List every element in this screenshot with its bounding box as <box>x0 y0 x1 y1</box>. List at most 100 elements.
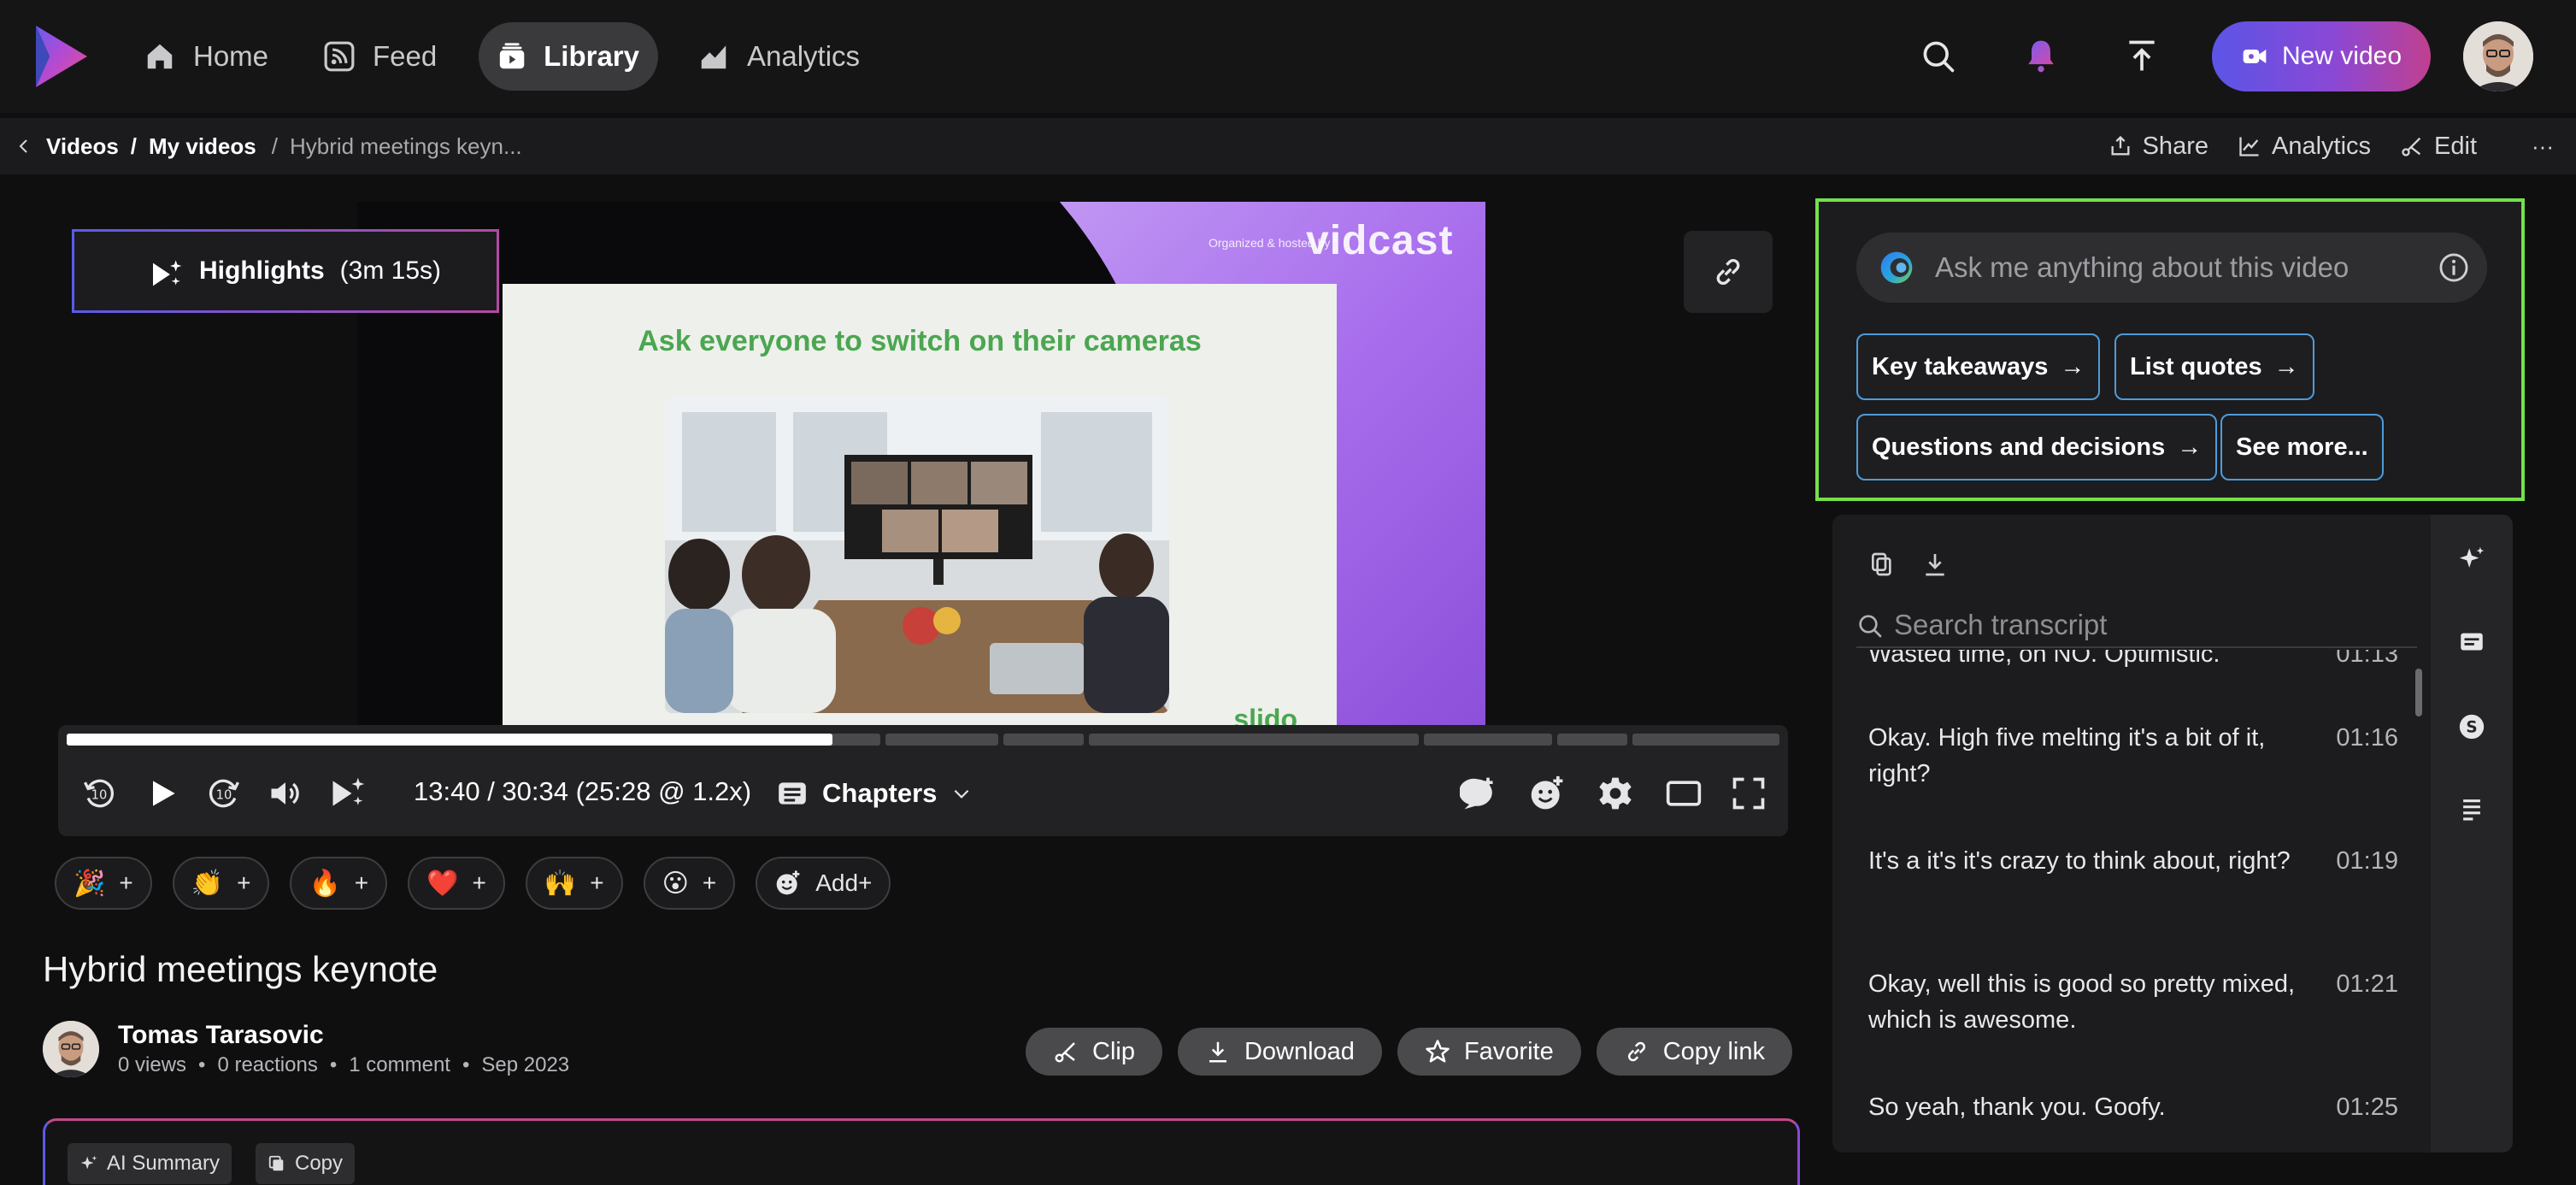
gear-icon <box>1599 777 1632 810</box>
arrow-right-icon: → <box>2177 433 2203 461</box>
author-name[interactable]: Tomas Tarasovic <box>118 1021 324 1050</box>
search-icon <box>1859 615 1882 638</box>
transcript-search[interactable]: Search transcript <box>1856 604 2417 648</box>
more-options-button[interactable]: ··· <box>2532 133 2554 160</box>
transcript-row[interactable]: Okay. High five melting it's a bit of it… <box>1868 720 2398 792</box>
download-icon[interactable] <box>1921 551 1949 578</box>
nav-feed[interactable]: Feed <box>304 22 456 91</box>
volume-button[interactable] <box>260 768 311 819</box>
comments-count[interactable]: 1 comment <box>349 1053 450 1077</box>
notifications-button[interactable] <box>2015 31 2067 82</box>
suggestion-label: See more... <box>2236 433 2368 461</box>
ai-sparkle-tab[interactable] <box>2453 540 2491 578</box>
transcript-time[interactable]: 01:21 <box>2336 966 2398 1002</box>
nav-library[interactable]: Library <box>479 22 658 91</box>
chapters-list-icon <box>779 782 806 805</box>
author-avatar[interactable] <box>43 1021 99 1077</box>
settings-button[interactable] <box>1590 768 1641 819</box>
suggestion-key-takeaways[interactable]: Key takeaways → <box>1856 333 2101 400</box>
copy-timestamp-link-button[interactable] <box>1684 231 1773 313</box>
favorite-button[interactable]: Favorite <box>1397 1028 1581 1076</box>
play-icon <box>153 781 175 806</box>
add-reaction-button[interactable]: Add+ <box>756 857 891 910</box>
info-icon[interactable] <box>2438 251 2470 284</box>
upload-date: Sep 2023 <box>481 1053 570 1076</box>
reaction-heart[interactable]: ❤️ + <box>408 857 505 910</box>
nav-analytics-label: Analytics <box>747 40 861 72</box>
download-button[interactable]: Download <box>1177 1028 1382 1076</box>
comment-button[interactable] <box>1453 768 1504 819</box>
nav-analytics[interactable]: Analytics <box>679 22 879 91</box>
home-icon <box>147 44 173 69</box>
edit-button[interactable]: Edit <box>2400 133 2477 161</box>
ask-input[interactable]: Ask me anything about this video <box>1856 233 2487 303</box>
sparkle-icon <box>80 1155 97 1170</box>
rewind-10-button[interactable]: 10 <box>74 768 125 819</box>
progress-segment[interactable] <box>1424 734 1552 746</box>
transcript-row[interactable]: Okay, well this is good so pretty mixed,… <box>1868 966 2398 1038</box>
transcript-text: Okay, well this is good so pretty mixed,… <box>1868 970 2296 1034</box>
slido-tab[interactable]: S <box>2453 708 2491 746</box>
reaction-fire[interactable]: 🔥 + <box>290 857 388 910</box>
chapters-dropdown[interactable]: Chapters <box>776 769 973 817</box>
reaction-raised-hands[interactable]: 🙌 + <box>525 857 623 910</box>
top-nav: Home Feed Library Analytics New video <box>0 0 2576 113</box>
copy-link-button[interactable]: Copy link <box>1596 1028 1792 1076</box>
fullscreen-button[interactable] <box>1723 768 1774 819</box>
fire-emoji: 🔥 <box>309 869 341 898</box>
upload-button[interactable] <box>2116 31 2167 82</box>
app-logo[interactable] <box>31 22 92 91</box>
user-avatar[interactable] <box>2463 21 2533 91</box>
transcript-tab[interactable] <box>2453 792 2491 829</box>
slide-title: Ask everyone to switch on their cameras <box>638 325 1202 357</box>
chevron-left-icon[interactable] <box>14 136 34 156</box>
progress-segment[interactable] <box>1003 734 1084 746</box>
breadcrumb-my-videos[interactable]: My videos <box>149 133 256 160</box>
reaction-surprised[interactable]: 😮 + <box>643 857 736 910</box>
progress-segment[interactable] <box>1632 734 1779 746</box>
nav-home[interactable]: Home <box>125 22 287 91</box>
library-icon <box>499 43 525 69</box>
emoji-add-icon <box>776 870 800 895</box>
new-video-button[interactable]: New video <box>2212 21 2431 91</box>
timecode: 13:40 / 30:34 (25:28 @ 1.2x) <box>414 776 752 806</box>
search-button[interactable] <box>1913 31 1964 82</box>
progress-segment[interactable] <box>885 734 998 746</box>
clip-button[interactable]: Clip <box>1026 1028 1162 1076</box>
transcript-row[interactable]: It's a it's it's crazy to think about, r… <box>1868 843 2398 879</box>
transcript-time[interactable]: 01:13 <box>2336 650 2398 672</box>
highlights-button[interactable]: Highlights (3m 15s) <box>72 229 499 313</box>
reaction-party[interactable]: 🎉 + <box>55 857 152 910</box>
copy-summary-button[interactable]: Copy <box>256 1143 356 1184</box>
reaction-button[interactable] <box>1521 768 1573 819</box>
reaction-clap[interactable]: 👏 + <box>172 857 270 910</box>
breadcrumb-videos[interactable]: Videos <box>46 133 119 160</box>
theater-mode-button[interactable] <box>1658 768 1709 819</box>
copy-icon[interactable] <box>1868 551 1896 578</box>
transcript-time[interactable]: 01:19 <box>2336 843 2398 879</box>
suggestion-list-quotes[interactable]: List quotes → <box>2114 333 2314 400</box>
svg-text:10: 10 <box>216 787 232 802</box>
forward-10-button[interactable]: 10 <box>198 768 250 819</box>
analytics-button[interactable]: Analytics <box>2238 133 2371 161</box>
highlights-mode-button[interactable] <box>321 768 373 819</box>
transcript-row[interactable]: Wasted time, oh NO. Optimistic. 01:13 <box>1868 650 2398 672</box>
suggestion-see-more[interactable]: See more... <box>2220 414 2384 480</box>
suggestion-questions-decisions[interactable]: Questions and decisions → <box>1856 414 2218 480</box>
transcript-text: So yeah, thank you. Goofy. <box>1868 1094 2166 1121</box>
transcript-time[interactable]: 01:25 <box>2336 1089 2398 1125</box>
slide-brand-logo: vidcast <box>1306 218 1454 263</box>
svg-text:S: S <box>2466 718 2477 736</box>
progress-segment[interactable] <box>1557 734 1627 746</box>
progress-bar[interactable] <box>67 734 1779 746</box>
transcript-row[interactable]: So yeah, thank you. Goofy. 01:25 <box>1868 1089 2398 1125</box>
ai-summary-chip[interactable]: AI Summary <box>68 1143 232 1184</box>
transcript-scrollbar[interactable] <box>2415 669 2422 716</box>
share-button[interactable]: Share <box>2108 133 2208 161</box>
arrow-right-icon: → <box>2060 352 2085 380</box>
progress-segment[interactable] <box>1089 734 1419 746</box>
play-button[interactable] <box>137 768 188 819</box>
breadcrumb-actions: Share Analytics Edit ··· <box>2108 118 2554 174</box>
transcript-time[interactable]: 01:16 <box>2336 720 2398 756</box>
comments-tab[interactable] <box>2453 624 2491 662</box>
